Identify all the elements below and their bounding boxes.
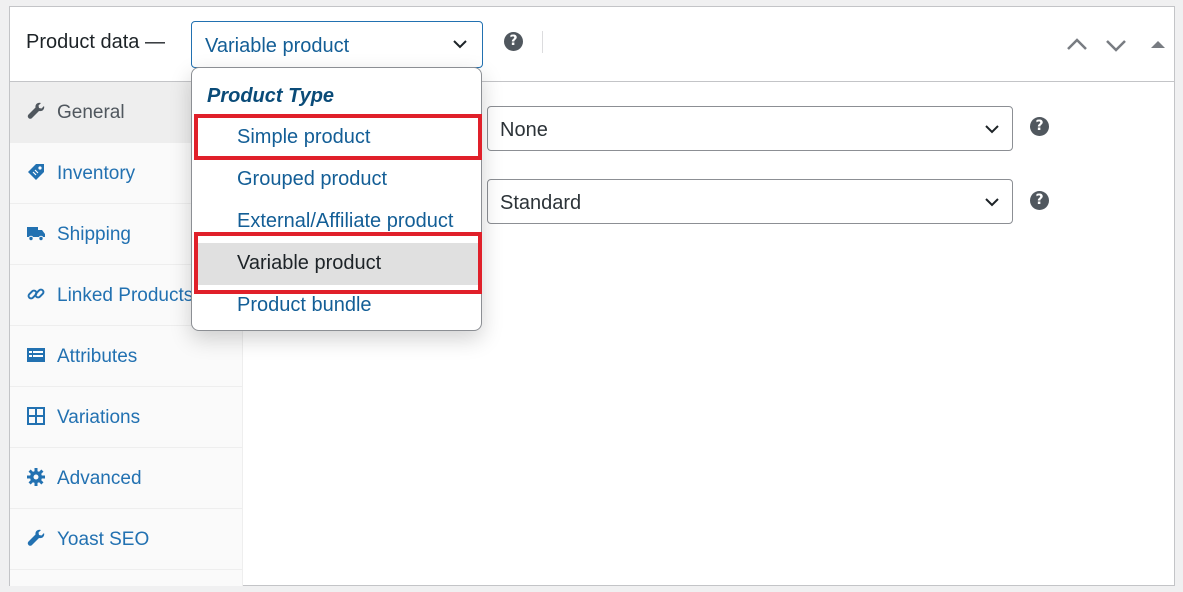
option-label: Simple product (237, 126, 371, 148)
field-select-1[interactable]: None (487, 106, 1013, 151)
tab-label: Shipping (57, 224, 131, 245)
tab-label: Advanced (57, 468, 142, 489)
help-icon[interactable]: ? (504, 32, 523, 51)
tab-label: General (57, 102, 125, 123)
tab-advanced[interactable]: Advanced (10, 448, 242, 509)
tag-icon (28, 164, 44, 180)
help-icon[interactable]: ? (1030, 117, 1049, 136)
option-label: External/Affiliate product (237, 210, 454, 232)
tab-label: Inventory (57, 163, 136, 184)
header-divider (542, 31, 543, 53)
product-type-select[interactable]: Variable product (191, 21, 483, 68)
option-external-affiliate-product[interactable]: External/Affiliate product (194, 201, 481, 243)
product-data-panel: Product data — Variable product ? Genera… (9, 6, 1175, 586)
dropdown-group-label: Product Type (207, 85, 335, 107)
move-down-icon[interactable] (1104, 33, 1128, 57)
product-type-dropdown: Product Type Simple product Grouped prod… (191, 67, 482, 331)
option-label: Variable product (237, 252, 382, 274)
collapse-toggle-icon[interactable] (1146, 33, 1170, 57)
option-label: Grouped product (237, 168, 388, 190)
grid-icon (27, 407, 45, 425)
truck-icon (27, 227, 45, 242)
list-view-icon (27, 348, 45, 362)
wrench-icon (27, 529, 45, 546)
product-type-select-value: Variable product (205, 35, 350, 57)
move-up-icon[interactable] (1065, 33, 1089, 57)
field-select-2-value: Standard (500, 192, 582, 214)
panel-title: Product data — (26, 31, 165, 53)
link-icon (27, 288, 45, 300)
chevron-down-icon (985, 198, 999, 207)
option-variable-product[interactable]: Variable product (194, 243, 481, 285)
field-select-2[interactable]: Standard (487, 179, 1013, 224)
gear-icon (27, 468, 45, 486)
panel-header: Product data — Variable product ? (10, 7, 1174, 82)
tab-variations[interactable]: Variations (10, 387, 242, 448)
option-simple-product[interactable]: Simple product (194, 117, 481, 159)
option-product-bundle[interactable]: Product bundle (194, 285, 481, 327)
field-select-1-value: None (500, 119, 548, 141)
tab-yoast-seo[interactable]: Yoast SEO (10, 509, 242, 570)
tab-label: Linked Products (57, 285, 194, 306)
tab-attributes[interactable]: Attributes (10, 326, 242, 387)
tab-label: Variations (57, 407, 141, 428)
help-icon[interactable]: ? (1030, 191, 1049, 210)
tab-label: Yoast SEO (57, 529, 150, 550)
chevron-down-icon (985, 125, 999, 134)
wrench-icon (27, 102, 45, 119)
chevron-down-icon (453, 40, 467, 49)
option-label: Product bundle (237, 294, 372, 316)
option-grouped-product[interactable]: Grouped product (194, 159, 481, 201)
tab-label: Attributes (57, 346, 138, 367)
